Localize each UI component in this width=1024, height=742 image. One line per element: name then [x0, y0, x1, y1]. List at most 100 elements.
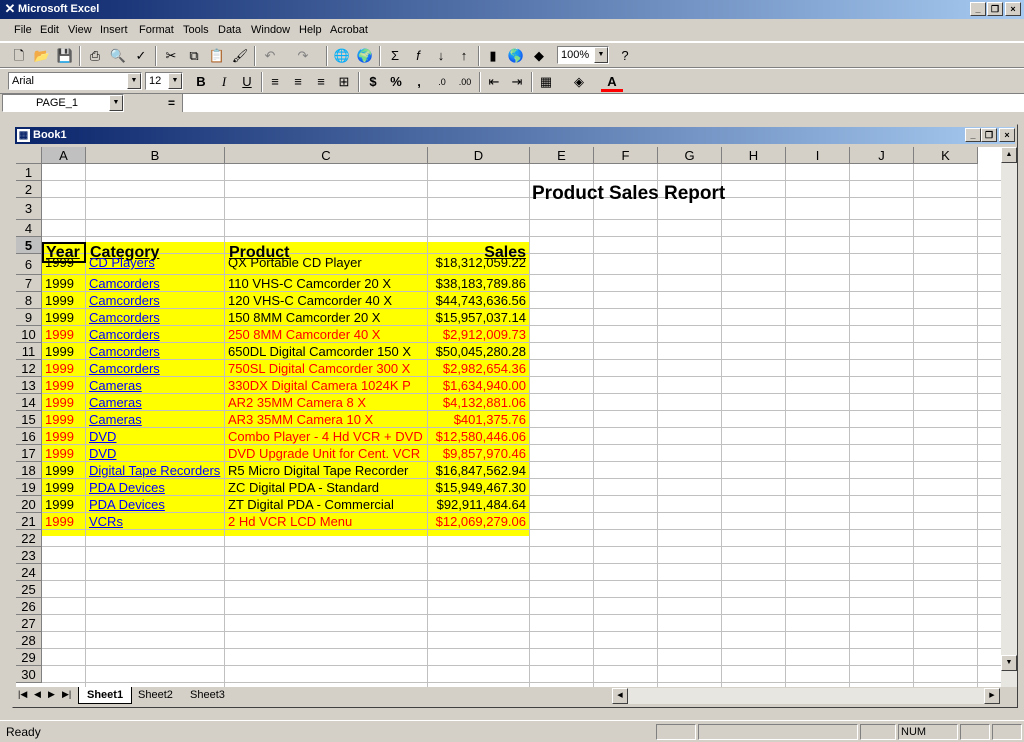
- drawing-icon[interactable]: ◆: [528, 46, 550, 66]
- menu-help[interactable]: Help: [299, 24, 322, 36]
- column-header-k[interactable]: K: [914, 147, 978, 164]
- row-header[interactable]: 5: [16, 237, 42, 254]
- cell-product[interactable]: ZT Digital PDA - Commercial: [228, 496, 394, 513]
- map-icon[interactable]: 🌎: [505, 46, 527, 66]
- cell-sales[interactable]: $15,957,037.14: [430, 309, 526, 326]
- column-header-a[interactable]: A: [42, 147, 86, 164]
- paste-icon[interactable]: 📋: [206, 46, 228, 66]
- cell-category-link[interactable]: Camcorders: [89, 292, 160, 309]
- row-header[interactable]: 12: [16, 360, 42, 377]
- row-header[interactable]: 24: [16, 564, 42, 581]
- autosum-icon[interactable]: Σ: [384, 46, 406, 66]
- menu-window[interactable]: Window: [251, 24, 290, 36]
- row-header[interactable]: 13: [16, 377, 42, 394]
- next-sheet-icon[interactable]: ▶: [48, 689, 55, 700]
- row-header[interactable]: 18: [16, 462, 42, 479]
- formula-input[interactable]: [182, 94, 1024, 112]
- cell-product[interactable]: QX Portable CD Player: [228, 254, 362, 271]
- cell-year[interactable]: 1999: [45, 394, 74, 411]
- tab-sheet3[interactable]: Sheet3: [182, 687, 233, 704]
- underline-icon[interactable]: U: [236, 72, 258, 92]
- cell-sales[interactable]: $15,949,467.30: [430, 479, 526, 496]
- menu-edit[interactable]: Edit: [40, 24, 59, 36]
- row-header[interactable]: 3: [16, 198, 42, 220]
- row-header[interactable]: 29: [16, 649, 42, 666]
- cell-sales[interactable]: $16,847,562.94: [430, 462, 526, 479]
- row-header[interactable]: 9: [16, 309, 42, 326]
- font-size-combo[interactable]: 12 ▼: [145, 72, 183, 90]
- cell-category-link[interactable]: Camcorders: [89, 343, 160, 360]
- italic-icon[interactable]: I: [213, 72, 235, 92]
- web-toolbar-icon[interactable]: 🌍: [354, 46, 376, 66]
- format-painter-icon[interactable]: 🖌: [229, 46, 251, 66]
- horizontal-scrollbar[interactable]: ◀ ▶: [612, 688, 1000, 704]
- menu-view[interactable]: View: [68, 24, 92, 36]
- cell-category-link[interactable]: DVD: [89, 428, 116, 445]
- menu-data[interactable]: Data: [218, 24, 241, 36]
- undo-icon[interactable]: ↶: [259, 46, 281, 66]
- cell-category-link[interactable]: Camcorders: [89, 326, 160, 343]
- workbook-icon[interactable]: ▦: [17, 129, 30, 142]
- cell-category-link[interactable]: Camcorders: [89, 309, 160, 326]
- scroll-up-icon[interactable]: ▲: [1001, 147, 1017, 163]
- cell-year[interactable]: 1999: [45, 377, 74, 394]
- cell-product[interactable]: 650DL Digital Camcorder 150 X: [228, 343, 411, 360]
- column-header-i[interactable]: I: [786, 147, 850, 164]
- row-header[interactable]: 17: [16, 445, 42, 462]
- cell-sales[interactable]: $38,183,789.86: [430, 275, 526, 292]
- chevron-down-icon[interactable]: ▼: [109, 95, 123, 111]
- cell-year[interactable]: 1999: [45, 411, 74, 428]
- cell-sales[interactable]: $50,045,280.28: [430, 343, 526, 360]
- cell-category-link[interactable]: VCRs: [89, 513, 123, 530]
- cell-category-link[interactable]: DVD: [89, 445, 116, 462]
- row-header[interactable]: 1: [16, 164, 42, 181]
- row-header[interactable]: 15: [16, 411, 42, 428]
- row-header[interactable]: 30: [16, 666, 42, 683]
- cell-year[interactable]: 1999: [45, 462, 74, 479]
- fill-color-icon[interactable]: ◈: [568, 72, 590, 92]
- cell-year[interactable]: 1999: [45, 428, 74, 445]
- cell-sales[interactable]: $4,132,881.06: [430, 394, 526, 411]
- percent-icon[interactable]: %: [385, 72, 407, 92]
- prev-sheet-icon[interactable]: ◀: [34, 689, 41, 700]
- row-header[interactable]: 28: [16, 632, 42, 649]
- cell-sales[interactable]: $12,069,279.06: [430, 513, 526, 530]
- spelling-icon[interactable]: ✓: [130, 46, 152, 66]
- redo-icon[interactable]: ↷: [292, 46, 314, 66]
- cell-category-link[interactable]: CD Players: [89, 254, 155, 271]
- cell-product[interactable]: AR2 35MM Camera 8 X: [228, 394, 366, 411]
- chevron-down-icon[interactable]: ▼: [168, 73, 182, 89]
- bold-icon[interactable]: B: [190, 72, 212, 92]
- cell-sales[interactable]: $44,743,636.56: [430, 292, 526, 309]
- menu-format[interactable]: Format: [139, 24, 174, 36]
- cell-sales[interactable]: $2,912,009.73: [430, 326, 526, 343]
- cell-product[interactable]: 2 Hd VCR LCD Menu: [228, 513, 352, 530]
- cell-product[interactable]: 120 VHS-C Camcorder 40 X: [228, 292, 392, 309]
- function-icon[interactable]: f: [407, 46, 429, 66]
- row-header[interactable]: 20: [16, 496, 42, 513]
- close-button[interactable]: ×: [1005, 2, 1021, 16]
- cell-product[interactable]: DVD Upgrade Unit for Cent. VCR: [228, 445, 420, 462]
- scroll-right-icon[interactable]: ▶: [984, 688, 1000, 704]
- cell-category-link[interactable]: Cameras: [89, 394, 142, 411]
- cell-product[interactable]: 250 8MM Camcorder 40 X: [228, 326, 380, 343]
- cell-year[interactable]: 1999: [45, 343, 74, 360]
- cell-year[interactable]: 1999: [45, 496, 74, 513]
- cell-category-link[interactable]: Digital Tape Recorders: [89, 462, 220, 479]
- cell-sales[interactable]: $18,312,059.22: [430, 254, 526, 271]
- formula-equals[interactable]: =: [168, 96, 175, 110]
- office-assistant-icon[interactable]: ?: [614, 46, 636, 66]
- cell-category-link[interactable]: PDA Devices: [89, 496, 165, 513]
- decrease-decimal-icon[interactable]: .00: [454, 72, 476, 92]
- cell-category-link[interactable]: PDA Devices: [89, 479, 165, 496]
- cell-sales[interactable]: $12,580,446.06: [430, 428, 526, 445]
- row-header[interactable]: 11: [16, 343, 42, 360]
- cell-year[interactable]: 1999: [45, 479, 74, 496]
- row-header[interactable]: 25: [16, 581, 42, 598]
- cell-sales[interactable]: $2,982,654.36: [430, 360, 526, 377]
- cell-category-link[interactable]: Cameras: [89, 377, 142, 394]
- workbook-minimize-button[interactable]: _: [965, 128, 981, 142]
- row-header[interactable]: 21: [16, 513, 42, 530]
- cell-product[interactable]: 330DX Digital Camera 1024K P: [228, 377, 411, 394]
- copy-icon[interactable]: ⧉: [183, 46, 205, 66]
